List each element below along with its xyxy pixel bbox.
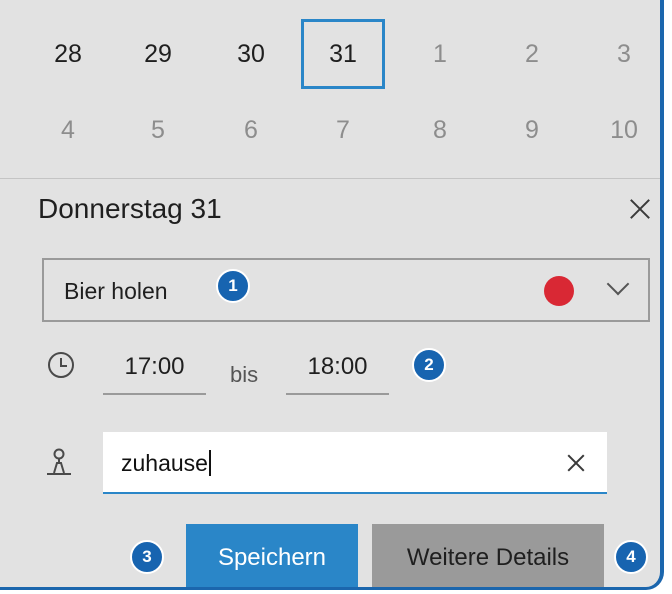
location-input-value: zuhause <box>121 450 208 476</box>
calendar-day[interactable]: 30 <box>209 19 293 89</box>
chevron-down-icon[interactable] <box>606 272 630 296</box>
calendar-day[interactable]: 3 <box>582 19 660 89</box>
save-button[interactable]: Speichern <box>186 524 358 587</box>
calendar-day[interactable]: 28 <box>26 19 110 89</box>
calendar-day[interactable]: 8 <box>398 95 482 165</box>
calendar-day[interactable]: 5 <box>116 95 200 165</box>
text-caret <box>208 450 211 476</box>
callout-badge-1: 1 <box>216 269 250 303</box>
calendar-day[interactable]: 29 <box>116 19 200 89</box>
calendar-day[interactable]: 4 <box>26 95 110 165</box>
calendar-grid: 28 29 30 31 1 2 3 4 5 6 7 8 9 10 <box>0 0 660 179</box>
calendar-day[interactable]: 10 <box>582 95 660 165</box>
location-input[interactable]: zuhause <box>103 432 607 494</box>
calendar-day[interactable]: 7 <box>301 95 385 165</box>
callout-badge-3: 3 <box>130 540 164 574</box>
calendar-week-row: 4 5 6 7 8 9 10 <box>0 100 660 160</box>
calendar-day[interactable]: 9 <box>490 95 574 165</box>
start-time-picker[interactable]: 17:00 <box>103 345 206 395</box>
calendar-week-row: 28 29 30 31 1 2 3 <box>0 19 660 89</box>
calendar-day[interactable]: 1 <box>398 19 482 89</box>
close-icon[interactable] <box>626 195 654 223</box>
more-details-button[interactable]: Weitere Details <box>372 524 604 587</box>
time-range-separator: bis <box>230 362 259 387</box>
clear-icon[interactable] <box>565 452 587 474</box>
calendar-day-selected[interactable]: 31 <box>301 19 385 89</box>
end-time-picker[interactable]: 18:00 <box>286 345 389 395</box>
calendar-day[interactable]: 2 <box>490 19 574 89</box>
event-title-text: Bier holen <box>64 278 168 304</box>
clock-icon <box>48 352 74 378</box>
event-title-field[interactable]: Bier holen <box>42 258 650 322</box>
callout-badge-4: 4 <box>614 540 648 574</box>
callout-badge-2: 2 <box>412 348 446 382</box>
location-icon <box>47 448 71 475</box>
calendar-day[interactable]: 6 <box>209 95 293 165</box>
event-popup-panel: 28 29 30 31 1 2 3 4 5 6 7 8 9 10 Donners… <box>0 0 664 590</box>
event-date-title: Donnerstag 31 <box>38 193 222 224</box>
calendar-color-dot[interactable] <box>544 276 574 306</box>
